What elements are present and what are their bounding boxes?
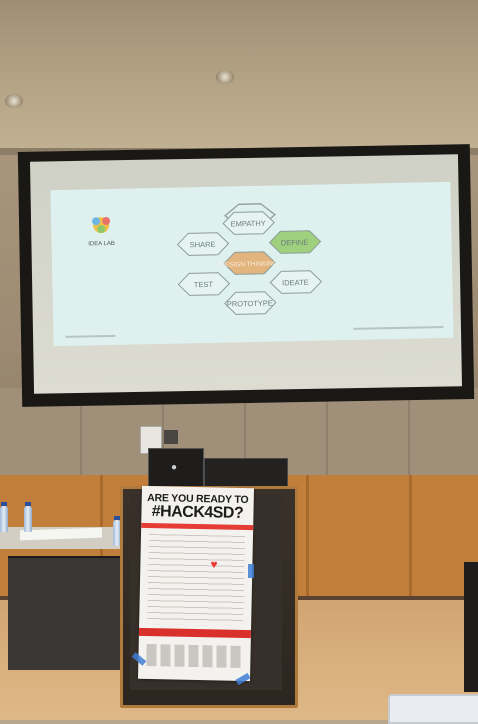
design-thinking-diagram: IDEA LAB EMPATHY SHARE DEFINE DESIGN THI… xyxy=(65,203,444,338)
ceiling xyxy=(0,0,478,155)
poster-red-band xyxy=(138,627,252,639)
hex-test-label: TEST xyxy=(194,280,214,289)
desk-front xyxy=(8,556,126,670)
hex-prototype-label: PROTOTYPE xyxy=(227,299,273,309)
chair xyxy=(464,562,478,692)
projected-slide: IDEA LAB EMPATHY SHARE DEFINE DESIGN THI… xyxy=(50,181,454,347)
heart-icon: ♥ xyxy=(210,557,218,572)
slide-footer-left xyxy=(65,334,116,338)
apple-logo-icon: ● xyxy=(171,462,178,473)
hex-define-label: DEFINE xyxy=(281,238,309,248)
idea-lab-logo: IDEA LAB xyxy=(88,217,115,248)
hack4sd-poster: ARE YOU READY TO #HACK4SD? ♥ xyxy=(137,485,255,682)
poster-sponsor-logos xyxy=(146,643,243,668)
hexagon-group: EMPATHY SHARE DEFINE DESIGN THINKING TES… xyxy=(176,211,323,315)
ceiling-light-left xyxy=(5,94,23,108)
poster-red-stripe xyxy=(141,522,254,531)
hex-ideate-label: IDEATE xyxy=(282,278,309,288)
blue-tape xyxy=(248,564,254,578)
poster-hashtag: #HACK4SD? xyxy=(151,503,244,522)
logo-text: IDEA LAB xyxy=(88,241,115,248)
water-bottle xyxy=(24,506,32,532)
water-bottle xyxy=(0,506,8,532)
hex-share-label: SHARE xyxy=(190,240,216,250)
slide-footer-right xyxy=(353,326,444,330)
poster-body-text xyxy=(147,534,246,626)
hex-empathy-label: EMPATHY xyxy=(230,219,265,229)
wall-sensor xyxy=(164,430,178,444)
hex-center-label: DESIGN THINKING xyxy=(220,260,278,268)
ceiling-light-center xyxy=(216,70,234,84)
